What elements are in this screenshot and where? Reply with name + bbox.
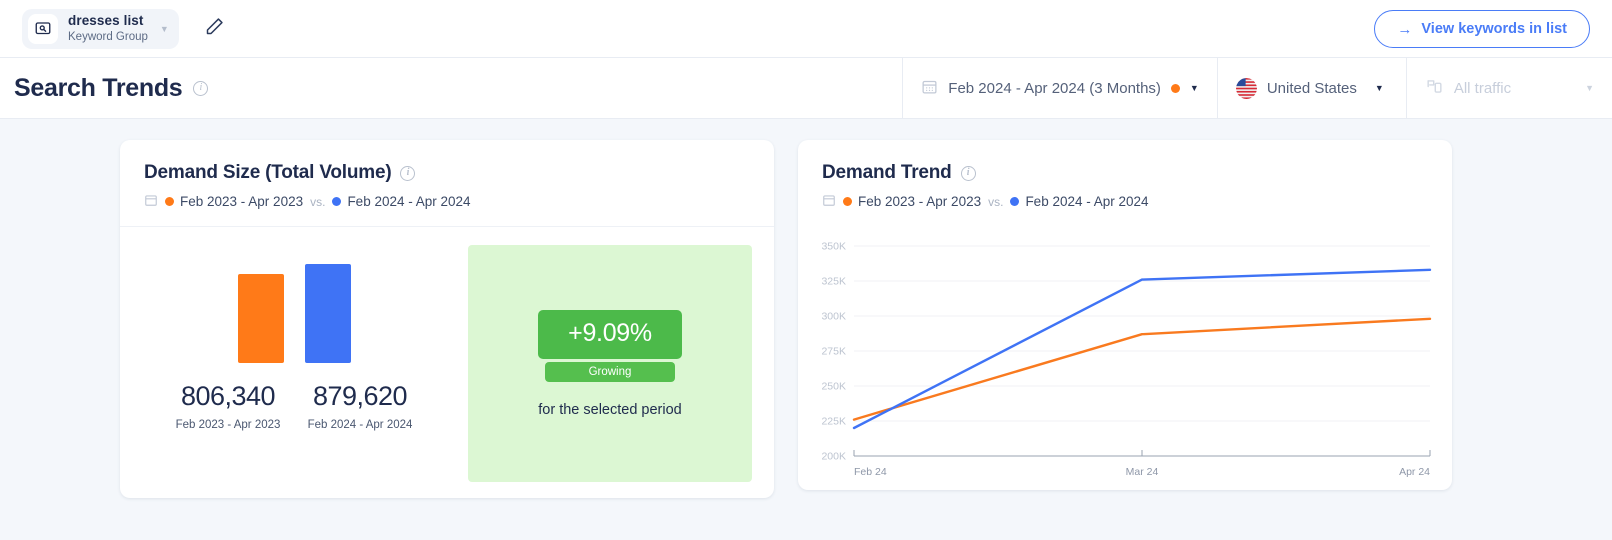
traffic-channel-icon: [1425, 77, 1444, 100]
bar-value-current-number: 879,620: [312, 381, 408, 411]
bar-value-previous: 806,340 Feb 2023 - Apr 2023: [171, 381, 285, 431]
chevron-down-icon[interactable]: ▼: [1375, 83, 1384, 93]
country-selector[interactable]: United States: [1216, 58, 1375, 118]
us-flag-icon: [1235, 77, 1257, 99]
country-label: United States: [1266, 79, 1357, 97]
svg-text:200K: 200K: [821, 451, 846, 463]
legend-dot-blue: [1010, 197, 1020, 206]
demand-size-card: Demand Size (Total Volume) i Feb 2023 - …: [120, 140, 774, 498]
keyword-group-name: dresses list: [68, 12, 144, 28]
demand-trend-header: Demand Trend i Feb 2023 - Apr 2023 vs. F…: [798, 140, 1452, 226]
growth-caption: for the selected period: [538, 401, 682, 418]
bar-value-previous-number: 806,340: [180, 381, 276, 411]
legend-dot-blue: [332, 197, 342, 206]
demand-size-title-row: Demand Size (Total Volume) i: [144, 162, 750, 184]
calendar-icon: [144, 193, 158, 210]
calendar-icon: [822, 193, 836, 210]
legend-vs: vs.: [310, 194, 326, 209]
arrow-right-icon: →: [1397, 20, 1413, 38]
demand-trend-legend: Feb 2023 - Apr 2023 vs. Feb 2024 - Apr 2…: [822, 193, 1428, 210]
top-bar: dresses list Keyword Group ▼ → View keyw…: [0, 0, 1612, 58]
legend-dot-orange: [843, 197, 852, 206]
date-range-color-dot: [1170, 83, 1180, 93]
demand-trend-card: Demand Trend i Feb 2023 - Apr 2023 vs. F…: [798, 140, 1452, 490]
demand-trend-title-row: Demand Trend i: [822, 162, 1428, 184]
svg-text:250K: 250K: [821, 381, 846, 393]
info-icon[interactable]: i: [960, 165, 976, 181]
info-icon[interactable]: i: [193, 80, 209, 96]
keyword-group-selector[interactable]: dresses list Keyword Group ▼: [22, 8, 179, 49]
legend-dot-orange: [165, 197, 174, 206]
calendar-icon: [921, 78, 938, 99]
growth-percent-badge: +9.09%: [538, 309, 682, 359]
view-keywords-in-list-button[interactable]: → View keywords in list: [1374, 10, 1590, 48]
svg-text:Apr 24: Apr 24: [1399, 466, 1430, 478]
bar-current-period: [304, 264, 351, 363]
info-icon[interactable]: i: [400, 165, 416, 181]
legend-previous-period: Feb 2023 - Apr 2023: [165, 194, 303, 209]
dashboard-content: Demand Size (Total Volume) i Feb 2023 - …: [0, 119, 1612, 498]
traffic-channel-label: All traffic: [1453, 79, 1512, 97]
line-chart-svg: 200K 225K 250K 275K 300K 325K 350K Feb 24 Mar 24…: [821, 241, 1432, 478]
legend-current-label: Feb 2024 - Apr 2024: [1025, 194, 1149, 209]
legend-vs: vs.: [988, 194, 1004, 209]
view-keywords-label: View keywords in list: [1421, 21, 1567, 37]
date-range-selector[interactable]: Feb 2024 - Apr 2024 (3 Months) ▼: [902, 58, 1217, 118]
legend-previous-label: Feb 2023 - Apr 2023: [180, 194, 304, 209]
svg-text:325K: 325K: [821, 276, 846, 288]
growth-panel: +9.09% Growing for the selected period: [468, 245, 752, 482]
demand-trend-title: Demand Trend: [822, 162, 952, 183]
legend-previous-period: Feb 2023 - Apr 2023: [843, 194, 981, 209]
demand-size-bars-panel: 806,340 Feb 2023 - Apr 2023 879,620 Feb …: [120, 227, 468, 498]
bar-value-previous-label: Feb 2023 - Apr 2023: [175, 419, 281, 431]
edit-group-button[interactable]: [201, 15, 229, 43]
svg-text:Feb 24: Feb 24: [854, 466, 887, 478]
pencil-icon: [204, 16, 225, 42]
svg-text:350K: 350K: [821, 241, 846, 253]
bar-value-current: 879,620 Feb 2024 - Apr 2024: [303, 381, 417, 431]
demand-size-header: Demand Size (Total Volume) i Feb 2023 - …: [120, 140, 774, 227]
legend-current-period: Feb 2024 - Apr 2024: [1010, 194, 1149, 209]
chevron-down-icon[interactable]: ▼: [160, 24, 169, 34]
bar-value-current-label: Feb 2024 - Apr 2024: [307, 419, 413, 431]
demand-size-legend: Feb 2023 - Apr 2023 vs. Feb 2024 - Apr 2…: [144, 193, 750, 210]
chevron-down-icon[interactable]: ▼: [1585, 83, 1594, 93]
legend-current-label: Feb 2024 - Apr 2024: [347, 194, 471, 209]
legend-current-period: Feb 2024 - Apr 2024: [332, 194, 471, 209]
svg-text:300K: 300K: [821, 311, 846, 323]
date-range-label: Feb 2024 - Apr 2024 (3 Months): [948, 79, 1161, 97]
bar-previous-period: [237, 274, 284, 363]
demand-size-title: Demand Size (Total Volume): [144, 162, 392, 183]
svg-text:275K: 275K: [821, 346, 846, 358]
bar-values: 806,340 Feb 2023 - Apr 2023 879,620 Feb …: [171, 381, 417, 431]
keyword-group-type: Keyword Group: [68, 30, 148, 43]
page-header-bar: Search Trends i Feb 2024 - Apr 2024 (3 M…: [0, 58, 1612, 119]
demand-trend-chart: 200K 225K 250K 275K 300K 325K 350K Feb 24 Mar 24…: [798, 226, 1452, 490]
page-title: Search Trends: [14, 73, 183, 102]
country-dropdown-caret[interactable]: ▼: [1375, 58, 1406, 118]
growth-status-badge: Growing: [545, 361, 675, 382]
legend-previous-label: Feb 2023 - Apr 2023: [858, 194, 982, 209]
chevron-down-icon[interactable]: ▼: [1190, 83, 1199, 93]
traffic-channel-selector[interactable]: All traffic ▼: [1405, 58, 1612, 118]
svg-text:Mar 24: Mar 24: [1126, 466, 1159, 478]
keyword-group-icon: [28, 13, 58, 44]
bar-chart: [237, 253, 351, 363]
demand-size-body: 806,340 Feb 2023 - Apr 2023 879,620 Feb …: [120, 227, 774, 498]
svg-text:225K: 225K: [821, 416, 846, 428]
